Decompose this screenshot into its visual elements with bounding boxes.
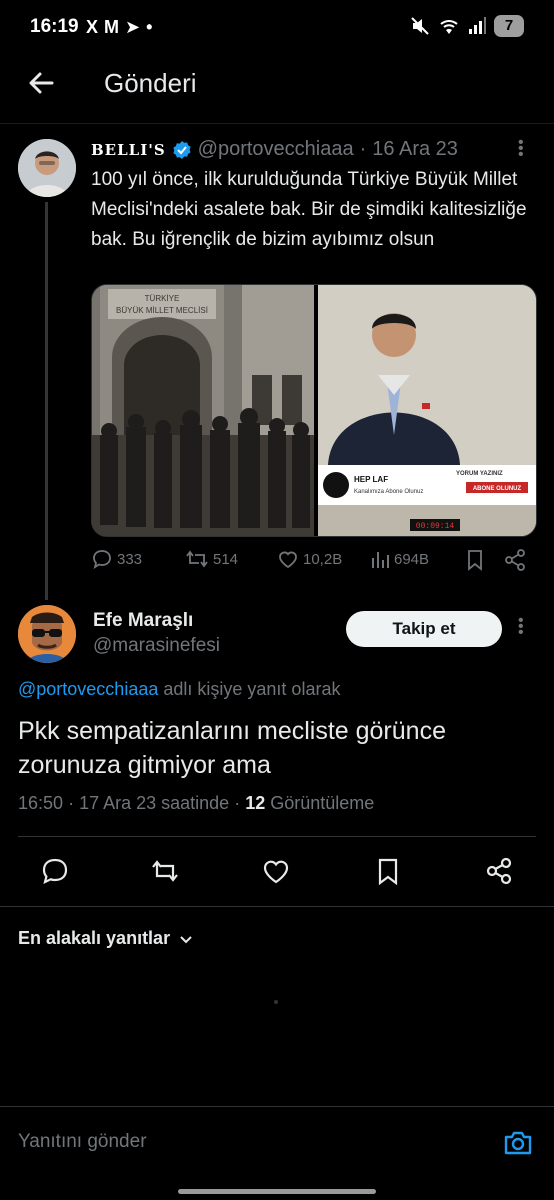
reply-date: 17 Ara 23 saatinde: [79, 793, 230, 813]
back-arrow-icon[interactable]: [24, 66, 58, 100]
banner-subtitle: Kanalımıza Abone Olunuz: [354, 489, 423, 495]
share-icon[interactable]: [484, 856, 514, 886]
reply-author-handle[interactable]: @marasinefesi: [93, 635, 220, 657]
analytics-icon: [372, 552, 389, 568]
banner-comment: YORUM YAZINIZ: [456, 471, 503, 477]
tweet-date[interactable]: 16 Ara 23: [372, 138, 458, 161]
system-icons: 7: [410, 15, 524, 37]
reply-metadata: 16:50 · 17 Ara 23 saatinde · 12 Görüntül…: [18, 793, 375, 813]
reply-icon: [93, 550, 111, 569]
reply-icon[interactable]: [40, 856, 70, 886]
follow-button[interactable]: Takip et: [346, 611, 502, 647]
sort-label: En alakalı yanıtlar: [18, 928, 171, 948]
signal-icon: [469, 17, 486, 34]
status-time: 16:19: [30, 16, 79, 37]
verified-badge-icon: [173, 140, 191, 159]
tweet-action-bar: 333 514 10,2B 694B: [91, 548, 537, 576]
mail-icon: M: [104, 17, 120, 37]
like-action[interactable]: 10,2B: [277, 548, 342, 570]
telegram-icon: ➤: [125, 17, 141, 37]
tweet-header: BELLI'S @portovecchiaaa · 16 Ara 23: [91, 138, 458, 161]
more-options-icon[interactable]: • • •: [518, 135, 524, 163]
share-icon[interactable]: [503, 548, 527, 572]
chevron-down-icon: [180, 935, 192, 943]
author-name[interactable]: BELLI'S: [91, 141, 166, 159]
replying-to-handle[interactable]: @portovecchiaaa: [18, 679, 158, 699]
loading-indicator: [274, 1000, 278, 1004]
reply-more-options-icon[interactable]: • • •: [518, 613, 524, 641]
avatar-cartoon: [18, 605, 76, 663]
like-count: 10,2B: [303, 550, 343, 568]
reply-view-count: 12: [245, 793, 266, 813]
header-divider: [0, 123, 554, 124]
avatar-photo: [18, 139, 76, 197]
divider: [18, 836, 536, 837]
reply-text: Pkk sempatizanlarını mecliste görünce zo…: [18, 717, 446, 779]
status-bar: 16:19 X M ➤ • 7: [0, 0, 554, 56]
video-timer: 00:09:14: [416, 522, 455, 531]
wifi-icon: [440, 20, 458, 34]
retweet-count: 514: [213, 550, 239, 568]
retweet-icon: [186, 550, 208, 568]
banner-brand: HEP LAF: [354, 475, 388, 484]
thread-connector: [45, 202, 48, 600]
page-title: Gönderi: [104, 68, 197, 98]
tweet-text: 100 yıl önce, ilk kurulduğunda Türkiye B…: [91, 169, 527, 250]
home-indicator[interactable]: [178, 1189, 376, 1194]
retweet-action[interactable]: 514: [185, 548, 238, 570]
view-count: 694B: [394, 550, 430, 568]
sign-line-2: BÜYÜK MİLLET MECLİSİ: [116, 306, 208, 315]
x-app-icon: X: [86, 17, 99, 37]
top-app-bar: Gönderi: [0, 56, 554, 120]
mute-icon: [411, 17, 429, 35]
reply-input[interactable]: Yanıtını gönder: [18, 1131, 147, 1153]
reply-action-bar: [0, 852, 554, 892]
replying-to-suffix: adlı kişiye yanıt olarak: [163, 679, 341, 699]
heart-icon: [279, 551, 297, 569]
parliament-speech-photo[interactable]: HEP LAF Kanalımıza Abone Olunuz YORUM YA…: [318, 285, 536, 536]
speech-photo-illustration: HEP LAF Kanalımıza Abone Olunuz YORUM YA…: [318, 285, 536, 536]
reply-composer: Yanıtını gönder: [0, 1106, 554, 1200]
reply-view-label: Görüntüleme: [270, 793, 375, 813]
battery-indicator: 7: [494, 15, 524, 37]
author-handle[interactable]: @portovecchiaaa: [198, 138, 354, 161]
more-notifications-dot-icon: •: [146, 17, 153, 37]
separator-dot: ·: [359, 138, 367, 160]
sign-line-1: TÜRKİYE: [145, 294, 180, 303]
retweet-icon[interactable]: [150, 856, 180, 886]
author-avatar[interactable]: [18, 139, 76, 197]
reply-time: 16:50: [18, 793, 64, 813]
divider: [0, 906, 554, 907]
historic-photo-illustration: TÜRKİYE BÜYÜK MİLLET MECLİSİ: [92, 285, 314, 536]
reply-author-name[interactable]: Efe Maraşlı: [93, 610, 193, 632]
bookmark-icon[interactable]: [373, 856, 403, 886]
reply-author-avatar[interactable]: [18, 605, 76, 663]
historic-parliament-photo[interactable]: TÜRKİYE BÜYÜK MİLLET MECLİSİ: [92, 285, 314, 536]
banner-subscribe-button: ABONE OLUNUZ: [473, 486, 522, 492]
views-action[interactable]: 694B: [370, 548, 429, 570]
reply-count: 333: [117, 550, 143, 568]
reply-action[interactable]: 333: [91, 548, 142, 570]
bookmark-icon[interactable]: [464, 548, 486, 572]
camera-icon[interactable]: [502, 1127, 534, 1159]
reply-sort-selector[interactable]: En alakalı yanıtlar: [18, 928, 194, 949]
heart-icon[interactable]: [261, 856, 291, 886]
tweet-media[interactable]: TÜRKİYE BÜYÜK MİLLET MECLİSİ HEP LAF Kan…: [91, 284, 537, 537]
replying-to: @portovecchiaaa adlı kişiye yanıt olarak: [18, 679, 340, 700]
notification-icons: X M ➤ •: [86, 16, 152, 38]
